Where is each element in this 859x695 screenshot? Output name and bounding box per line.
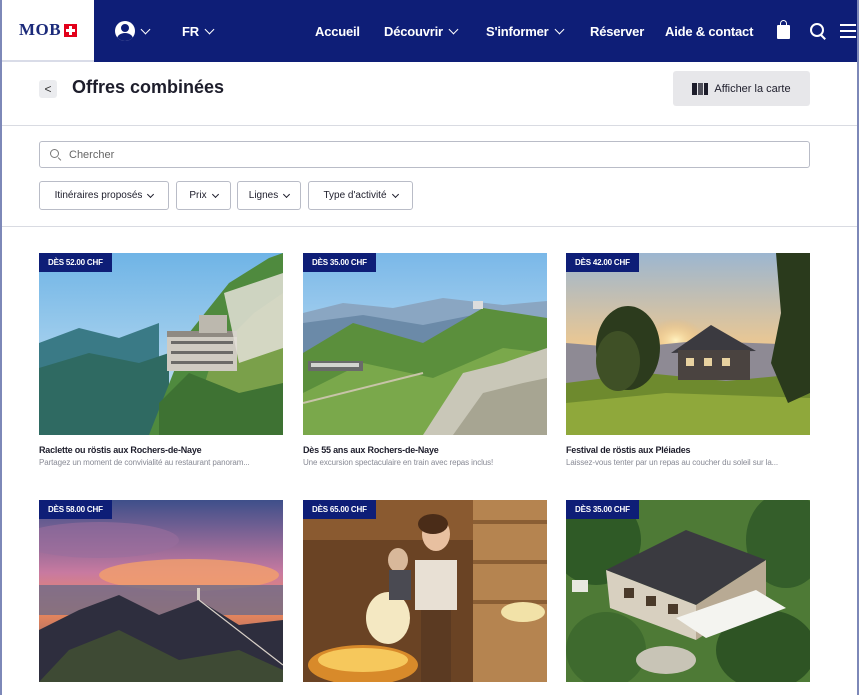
show-map-button[interactable]: Afficher la carte (673, 71, 810, 106)
price-badge: DÈS 35.00 CHF (303, 253, 376, 272)
nav-item-reserver[interactable]: Réserver (590, 0, 644, 62)
filter-label: Itinéraires proposés (54, 190, 143, 201)
offer-description: Partagez un moment de convivialité au re… (39, 458, 250, 467)
nav-item-aide-contact[interactable]: Aide & contact (665, 0, 753, 62)
nav-item-label: Aide & contact (665, 23, 754, 39)
swiss-cross-icon (64, 23, 78, 37)
offer-image: DÈS 52.00 CHF (39, 253, 283, 435)
offer-card[interactable]: DÈS 58.00 CHF (39, 500, 283, 682)
offer-description: Une excursion spectaculaire en train ave… (303, 458, 494, 467)
offer-title: Raclette ou röstis aux Rochers-de-Naye (39, 445, 202, 455)
filter-prix[interactable]: Prix (176, 181, 231, 210)
chevron-down-icon (147, 190, 155, 198)
search-icon[interactable] (810, 23, 826, 39)
filter-label: Lignes (248, 190, 279, 201)
page-title: Offres combinées (72, 77, 225, 97)
offer-image: DÈS 35.00 CHF (566, 500, 810, 682)
nav-item-label: Réserver (590, 23, 645, 39)
top-navigation: MOB FR Accueil Découvrir S'informer Rése… (2, 0, 857, 62)
price-badge: DÈS 35.00 CHF (566, 500, 639, 519)
offer-description: Laissez-vous tenter par un repas au couc… (566, 458, 779, 467)
filter-lignes[interactable]: Lignes (237, 181, 301, 210)
language-selector[interactable]: FR (182, 0, 215, 62)
chevron-down-icon (283, 190, 291, 198)
logo-text: MOB (18, 20, 62, 39)
filter-label: Type d'activité (323, 190, 387, 201)
offer-card[interactable]: DÈS 35.00 CHF Dès 55 ans aux Rochers-de-… (303, 253, 547, 467)
back-button[interactable]: < (39, 80, 57, 98)
mob-logo[interactable]: MOB (2, 0, 94, 62)
offer-card[interactable]: DÈS 52.00 CHF Raclette ou röstis aux Roc… (39, 253, 283, 467)
chevron-down-icon (211, 190, 219, 198)
offer-image: DÈS 65.00 CHF (303, 500, 547, 682)
language-label: FR (182, 23, 199, 39)
chevron-left-icon: < (44, 82, 52, 96)
filter-itineraires[interactable]: Itinéraires proposés (39, 181, 169, 210)
chevron-down-icon (554, 24, 564, 34)
chevron-down-icon (204, 24, 215, 34)
offer-image: DÈS 42.00 CHF (566, 253, 810, 435)
divider (2, 226, 857, 227)
offer-card[interactable]: DÈS 65.00 CHF (303, 500, 547, 682)
nav-item-sinformer[interactable]: S'informer (486, 0, 564, 62)
chevron-down-icon (448, 24, 459, 34)
offer-card[interactable]: DÈS 42.00 CHF Festival de röstis aux Plé… (566, 253, 810, 467)
account-menu[interactable] (115, 0, 151, 62)
price-badge: DÈS 52.00 CHF (39, 253, 112, 272)
app-frame: MOB FR Accueil Découvrir S'informer Rése… (0, 0, 859, 695)
chevron-down-icon (140, 24, 151, 34)
filter-label: Prix (189, 190, 207, 201)
show-map-label: Afficher la carte (714, 82, 791, 95)
nav-item-label: Accueil (315, 23, 360, 39)
divider (2, 125, 857, 126)
search-icon (50, 149, 61, 160)
offer-title: Dès 55 ans aux Rochers-de-Naye (303, 445, 439, 455)
price-badge: DÈS 65.00 CHF (303, 500, 376, 519)
user-avatar-icon (115, 21, 135, 41)
nav-item-decouvrir[interactable]: Découvrir (384, 0, 459, 62)
filter-type-activite[interactable]: Type d'activité (308, 181, 413, 210)
map-icon (692, 82, 709, 95)
nav-item-accueil[interactable]: Accueil (315, 0, 360, 62)
search-field[interactable] (39, 141, 810, 168)
hamburger-menu-icon[interactable] (840, 24, 856, 38)
price-badge: DÈS 42.00 CHF (566, 253, 639, 272)
nav-item-label: S'informer (486, 23, 549, 39)
offer-card[interactable]: DÈS 35.00 CHF (566, 500, 810, 682)
nav-item-label: Découvrir (384, 23, 443, 39)
chevron-down-icon (391, 190, 399, 198)
search-input[interactable] (69, 148, 769, 161)
offer-image: DÈS 58.00 CHF (39, 500, 283, 682)
price-badge: DÈS 58.00 CHF (39, 500, 112, 519)
offer-image: DÈS 35.00 CHF (303, 253, 547, 435)
offer-title: Festival de röstis aux Pléiades (566, 445, 691, 455)
shopping-bag-icon[interactable] (777, 20, 790, 39)
